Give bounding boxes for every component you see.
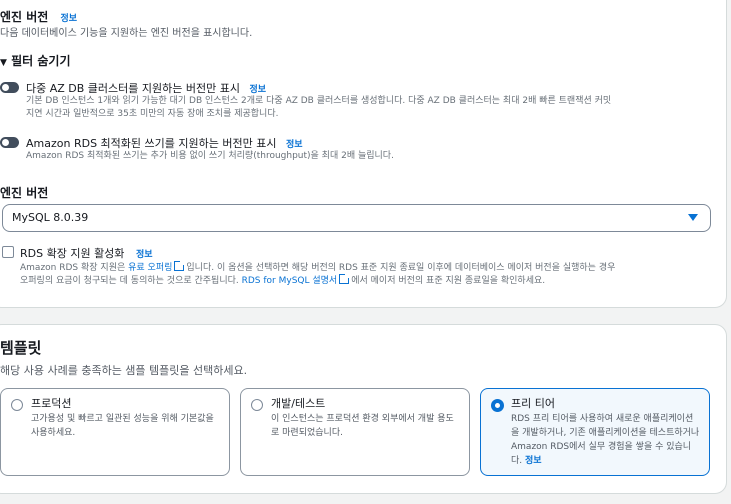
template-production-card[interactable]: 프로덕션 고가용성 및 빠르고 일관된 성능을 위해 기본값을 사용하세요. bbox=[0, 388, 230, 476]
template-dev-test-card[interactable]: 개발/테스트 이 인스턴스는 프로덕션 환경 외부에서 개발 용도로 마련되었습… bbox=[240, 388, 470, 476]
templates-heading: 템플릿 bbox=[0, 339, 42, 357]
card-title: 개발/테스트 bbox=[271, 397, 326, 410]
engine-version-heading: 엔진 버전 정보 bbox=[0, 10, 78, 24]
info-link[interactable]: 정보 bbox=[61, 14, 78, 24]
card-description: 이 인스턴스는 프로덕션 환경 외부에서 개발 용도로 마련되었습니다. bbox=[271, 414, 454, 438]
template-free-tier-card[interactable]: 프리 티어 RDS 프리 티어를 사용하여 새로운 애플리케이션을 개발하거나,… bbox=[480, 388, 710, 476]
extended-support-description-line2: 오퍼링의 요금이 청구되는 데 동의하는 것으로 간주됩니다. RDS for … bbox=[20, 273, 546, 286]
optimized-writes-toggle[interactable] bbox=[0, 137, 19, 148]
multi-az-label: 다중 AZ DB 클러스터를 지원하는 버전만 표시 정보 bbox=[26, 82, 267, 95]
caret-down-icon: ▼ bbox=[0, 58, 7, 68]
paid-offering-link[interactable]: 유료 오퍼링 bbox=[128, 263, 172, 273]
template-dev-test-radio[interactable] bbox=[251, 399, 263, 411]
multi-az-description-line1: 기본 DB 인스턴스 1개와 읽기 가능한 대기 DB 인스턴스 2개로 다중 … bbox=[26, 96, 612, 106]
toggle-knob bbox=[2, 84, 9, 91]
extended-support-checkbox[interactable] bbox=[2, 246, 14, 258]
engine-version-selected-value: MySQL 8.0.39 bbox=[12, 211, 89, 224]
card-description: 고가용성 및 빠르고 일관된 성능을 위해 기본값을 사용하세요. bbox=[31, 414, 214, 438]
external-link-icon bbox=[174, 260, 186, 271]
template-free-tier-radio[interactable] bbox=[491, 399, 504, 412]
multi-az-toggle[interactable] bbox=[0, 82, 19, 93]
optimized-writes-label: Amazon RDS 최적화된 쓰기를 지원하는 버전만 표시 정보 bbox=[26, 137, 303, 150]
card-title: 프리 티어 bbox=[511, 397, 555, 410]
optimized-writes-info-link[interactable]: 정보 bbox=[286, 140, 303, 150]
hide-filters-toggle[interactable]: ▼ 필터 숨기기 bbox=[0, 52, 71, 69]
mysql-docs-link[interactable]: RDS for MySQL 설명서 bbox=[242, 276, 338, 286]
free-tier-info-link[interactable]: 정보 bbox=[525, 456, 542, 466]
templates-description: 해당 사용 사례를 충족하는 샘플 템플릿을 선택하세요. bbox=[0, 364, 248, 377]
engine-version-label: 엔진 버전 bbox=[0, 186, 49, 200]
multi-az-info-link[interactable]: 정보 bbox=[249, 85, 266, 95]
engine-version-select[interactable]: MySQL 8.0.39 bbox=[2, 204, 711, 232]
extended-support-description-line1: Amazon RDS 확장 지원은 유료 오퍼링 입니다. 이 옵션을 선택하면 … bbox=[20, 260, 616, 273]
engine-version-description: 다음 데이터베이스 기능을 지원하는 엔진 버전을 표시합니다. bbox=[0, 28, 253, 39]
card-description: RDS 프리 티어를 사용하여 새로운 애플리케이션을 개발하거나, 기존 애플… bbox=[511, 414, 700, 466]
optimized-writes-description: Amazon RDS 최적화된 쓰기는 추가 비용 없이 쓰기 처리량(thro… bbox=[26, 151, 394, 161]
template-production-radio[interactable] bbox=[11, 399, 23, 411]
toggle-knob bbox=[2, 139, 9, 146]
extended-support-info-link[interactable]: 정보 bbox=[136, 250, 153, 260]
caret-down-icon bbox=[688, 214, 698, 221]
external-link-icon bbox=[339, 273, 351, 284]
multi-az-description-line2: 지연 시간과 일반적으로 35초 미만의 자동 장애 조치를 제공합니다. bbox=[26, 109, 279, 119]
card-title: 프로덕션 bbox=[31, 397, 72, 410]
hide-filters-label: 필터 숨기기 bbox=[11, 54, 71, 68]
extended-support-label: RDS 확장 지원 활성화 정보 bbox=[20, 247, 153, 260]
